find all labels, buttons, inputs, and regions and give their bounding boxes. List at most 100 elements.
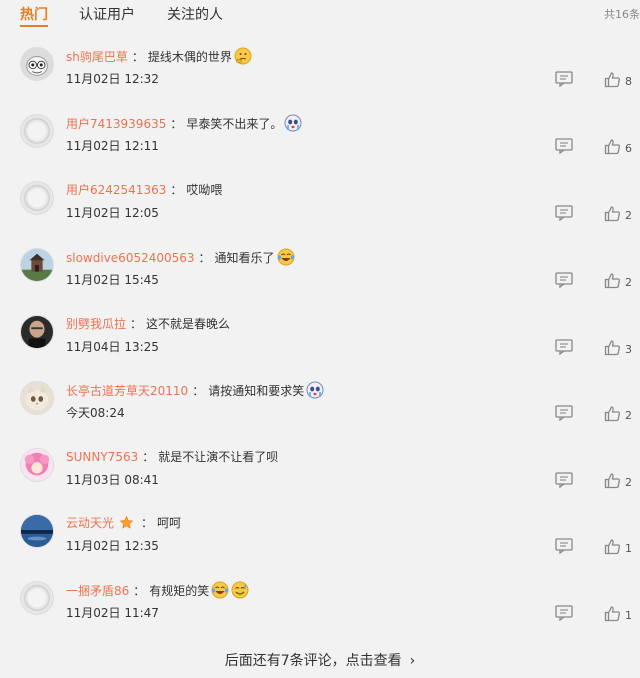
comment-timestamp: 11月02日 11:47 bbox=[66, 606, 159, 620]
comment-username[interactable]: 别劈我瓜拉 bbox=[66, 317, 126, 331]
comment-body: 别劈我瓜拉 ：这不就是春晚么 bbox=[66, 315, 230, 333]
thinking-emoji bbox=[234, 47, 252, 65]
colon-separator: ： bbox=[141, 516, 154, 530]
comment-username[interactable]: SUNNY7563 bbox=[66, 450, 138, 464]
comment-item: 云动天光 ：呵呵 11月02日 12:35 1 bbox=[0, 514, 640, 580]
comment-item: 别劈我瓜拉 ：这不就是春晚么 11月04日 13:25 3 bbox=[0, 315, 640, 381]
like-count: 2 bbox=[625, 209, 632, 222]
comment-item: 长亭古道芳草天20110 ：请按通知和要求笑今天08:24 2 bbox=[0, 381, 640, 447]
like-button[interactable]: 2 bbox=[604, 204, 632, 222]
comment-body: slowdive6052400563：通知看乐了 bbox=[66, 248, 295, 267]
comment-body: 用户6242541363 ：哎呦喂 bbox=[66, 181, 222, 199]
reply-icon[interactable] bbox=[555, 405, 573, 422]
comment-username[interactable]: 用户6242541363 bbox=[66, 183, 166, 197]
like-count: 2 bbox=[625, 276, 632, 289]
colon-separator: ： bbox=[170, 117, 183, 131]
comment-username[interactable]: slowdive6052400563 bbox=[66, 251, 195, 265]
comment-timestamp: 11月02日 12:32 bbox=[66, 72, 159, 86]
tab-hot[interactable]: 热门 bbox=[20, 4, 48, 24]
reply-icon[interactable] bbox=[555, 71, 573, 88]
user-avatar[interactable] bbox=[20, 248, 54, 282]
comment-body: 长亭古道芳草天20110 ：请按通知和要求笑 bbox=[66, 381, 324, 400]
comment-text: 这不就是春晚么 bbox=[146, 317, 231, 331]
comment-text: 请按通知和要求笑 bbox=[208, 384, 305, 398]
like-button[interactable]: 3 bbox=[604, 338, 632, 356]
comment-username[interactable]: 长亭古道芳草天20110 bbox=[66, 384, 188, 398]
like-count: 2 bbox=[625, 476, 632, 489]
comment-timestamp: 11月02日 12:35 bbox=[66, 539, 159, 553]
tab-verified-users[interactable]: 认证用户 bbox=[79, 4, 135, 24]
like-button[interactable]: 2 bbox=[604, 404, 632, 422]
comment-username[interactable]: 用户7413939635 bbox=[66, 117, 166, 131]
colon-separator: ： bbox=[130, 317, 143, 331]
tab-following[interactable]: 关注的人 bbox=[167, 4, 223, 24]
user-avatar[interactable] bbox=[20, 114, 54, 148]
user-avatar[interactable] bbox=[20, 47, 54, 81]
comment-timestamp: 11月03日 08:41 bbox=[66, 473, 159, 487]
thumbs-up-icon bbox=[604, 271, 621, 290]
like-count: 6 bbox=[625, 142, 632, 155]
laughing-tears-emoji bbox=[277, 248, 295, 266]
thumbs-up-icon bbox=[604, 471, 621, 490]
thumbs-up-icon bbox=[604, 604, 621, 623]
colon-separator: ： bbox=[192, 384, 205, 398]
reply-icon[interactable] bbox=[555, 205, 573, 222]
vip-badge-icon bbox=[119, 515, 134, 529]
comment-timestamp: 11月02日 15:45 bbox=[66, 273, 159, 287]
comment-username[interactable]: 一捆矛盾86 bbox=[66, 584, 129, 598]
comment-text: 哎呦喂 bbox=[186, 183, 223, 197]
comment-username[interactable]: sh驹尾巴草 bbox=[66, 50, 128, 64]
user-avatar[interactable] bbox=[20, 448, 54, 482]
like-count: 8 bbox=[625, 75, 632, 88]
like-button[interactable]: 2 bbox=[604, 471, 632, 489]
colon-separator: ： bbox=[198, 251, 211, 265]
reply-icon[interactable] bbox=[555, 138, 573, 155]
crying-face-emoji bbox=[284, 114, 302, 132]
reply-icon[interactable] bbox=[555, 339, 573, 356]
comment-text: 就是不让演不让看了呗 bbox=[158, 450, 279, 464]
comment-body: SUNNY7563 ：就是不让演不让看了呗 bbox=[66, 448, 278, 466]
comment-text: 呵呵 bbox=[157, 516, 182, 530]
comment-timestamp: 今天08:24 bbox=[66, 406, 125, 420]
comment-text: 早泰笑不出来了。 bbox=[186, 117, 283, 131]
comment-item: 用户7413939635 ：早泰笑不出来了。 11月02日 12:11 6 bbox=[0, 114, 640, 180]
reply-icon[interactable] bbox=[555, 472, 573, 489]
comment-timestamp: 11月02日 12:11 bbox=[66, 139, 159, 153]
thumbs-up-icon bbox=[604, 537, 621, 556]
comment-text: 有规矩的笑 bbox=[149, 584, 210, 598]
reply-icon[interactable] bbox=[555, 605, 573, 622]
thumbs-up-icon bbox=[604, 338, 621, 357]
comment-username[interactable]: 云动天光 bbox=[66, 516, 114, 530]
comment-timestamp: 11月04日 13:25 bbox=[66, 340, 159, 354]
user-avatar[interactable] bbox=[20, 181, 54, 215]
reply-icon[interactable] bbox=[555, 538, 573, 555]
thumbs-up-icon bbox=[604, 70, 621, 89]
colon-separator: ： bbox=[142, 450, 155, 464]
like-button[interactable]: 2 bbox=[604, 271, 632, 289]
reply-icon[interactable] bbox=[555, 272, 573, 289]
comment-body: 用户7413939635 ：早泰笑不出来了。 bbox=[66, 114, 302, 133]
colon-separator: ： bbox=[170, 183, 183, 197]
user-avatar[interactable] bbox=[20, 381, 54, 415]
user-avatar[interactable] bbox=[20, 315, 54, 349]
like-button[interactable]: 1 bbox=[604, 537, 632, 555]
like-button[interactable]: 1 bbox=[604, 604, 632, 622]
comment-item: 一捆矛盾86 ：有规矩的笑 11月02日 11:47 1 bbox=[0, 581, 640, 647]
comment-item: SUNNY7563 ：就是不让演不让看了呗 11月03日 08:41 2 bbox=[0, 448, 640, 514]
load-more-label: 后面还有7条评论，点击查看 bbox=[224, 653, 402, 669]
comment-item: slowdive6052400563：通知看乐了 11月02日 15:45 2 bbox=[0, 248, 640, 314]
comment-item: 用户6242541363 ：哎呦喂 11月02日 12:05 2 bbox=[0, 181, 640, 247]
load-more-comments-link[interactable]: 后面还有7条评论，点击查看 › bbox=[0, 650, 640, 670]
comment-body: sh驹尾巴草：提线木偶的世界 bbox=[66, 47, 252, 66]
comment-item: sh驹尾巴草：提线木偶的世界 11月02日 12:32 8 bbox=[0, 47, 640, 113]
like-count: 1 bbox=[625, 542, 632, 555]
like-button[interactable]: 8 bbox=[604, 70, 632, 88]
user-avatar[interactable] bbox=[20, 514, 54, 548]
thumbs-up-icon bbox=[604, 204, 621, 223]
comment-text: 通知看乐了 bbox=[214, 251, 275, 265]
thumbs-up-icon bbox=[604, 404, 621, 423]
like-button[interactable]: 6 bbox=[604, 137, 632, 155]
user-avatar[interactable] bbox=[20, 581, 54, 615]
like-count: 2 bbox=[625, 409, 632, 422]
like-count: 3 bbox=[625, 343, 632, 356]
